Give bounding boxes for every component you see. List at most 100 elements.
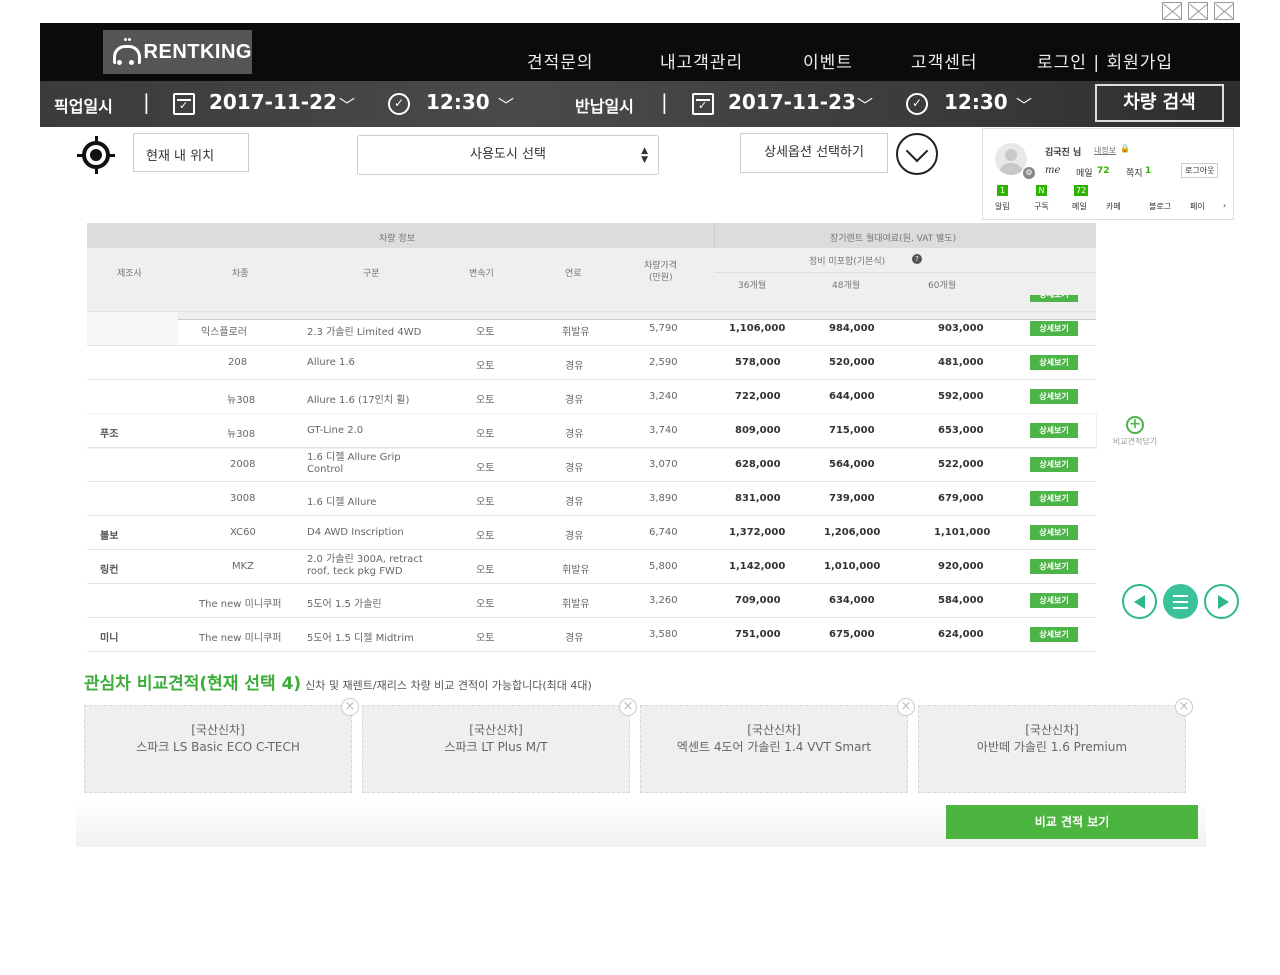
- help-icon[interactable]: ?: [912, 254, 922, 264]
- alarm-badge: 1: [997, 185, 1008, 196]
- return-time[interactable]: 12:30: [944, 90, 1008, 114]
- add-to-compare-label: 비교견적담기: [1112, 437, 1158, 446]
- window-icon-3[interactable]: [1214, 2, 1234, 20]
- gear-icon[interactable]: ⚙: [1023, 167, 1035, 179]
- close-icon[interactable]: ×: [341, 698, 359, 716]
- cell-36m: 1,106,000: [729, 323, 786, 334]
- detail-button[interactable]: 상세보기: [1030, 389, 1078, 404]
- compare-title: 관심차 비교견적(현재 선택 4) 신차 및 재렌트/재리스 차량 비교 견적이 …: [84, 669, 592, 694]
- location-target-icon[interactable]: [77, 136, 115, 174]
- compare-item[interactable]: [국산신차] 스파크 LS Basic ECO C-TECH: [84, 705, 352, 793]
- compare-title-text: 관심차 비교견적(현재 선택 4): [84, 674, 302, 694]
- col-price-unit: (만원): [649, 273, 673, 283]
- table-row: 볼보 XC60 D4 AWD Inscription 오토 경유 6,740 1…: [87, 516, 1096, 550]
- nav-login-signup[interactable]: 로그인 | 회원가입: [1037, 48, 1173, 73]
- cell-model: 뉴308: [227, 395, 256, 406]
- window-icon-1[interactable]: [1162, 2, 1182, 20]
- window-icon-2[interactable]: [1188, 2, 1208, 20]
- compare-quote-button[interactable]: 비교 견적 보기: [946, 805, 1198, 839]
- cell-60m: 920,000: [938, 561, 984, 572]
- calendar-icon: [173, 93, 195, 115]
- brand-logo[interactable]: RENTKING: [103, 30, 252, 74]
- cell-36m: 1,142,000: [729, 561, 786, 572]
- chevron-down-icon[interactable]: ﹀: [857, 92, 873, 116]
- chevron-down-icon[interactable]: ﹀: [498, 92, 514, 116]
- prev-arrow-icon[interactable]: [1122, 584, 1157, 619]
- detail-button[interactable]: 상세보기: [1030, 593, 1078, 608]
- detail-button[interactable]: 상세보기: [1030, 321, 1078, 336]
- cell-fuel: 경유: [565, 429, 584, 440]
- detail-button[interactable]: 상세보기: [1030, 295, 1078, 302]
- tab-alarm[interactable]: 알림: [995, 201, 1010, 212]
- calendar-icon: [692, 93, 714, 115]
- city-select[interactable]: 사용도시 선택 ▲ ▼: [357, 135, 659, 175]
- detail-button[interactable]: 상세보기: [1030, 559, 1078, 574]
- car-search-button[interactable]: 차량 검색: [1095, 84, 1224, 122]
- detail-button[interactable]: 상세보기: [1030, 457, 1078, 472]
- cell-36m: 628,000: [735, 459, 781, 470]
- pickup-date[interactable]: 2017-11-22: [209, 90, 337, 114]
- table-row: The new 미니쿠퍼 5도어 1.5 가솔린 오토 휘발유 3,260 70…: [87, 584, 1096, 618]
- next-arrow-icon[interactable]: [1204, 584, 1239, 619]
- chevron-down-icon[interactable]: ﹀: [1016, 92, 1032, 116]
- cell-price: 5,800: [649, 561, 678, 572]
- cell-model: The new 미니쿠퍼: [199, 633, 282, 644]
- top-nav-bar: RENTKING 견적문의 내고객관리 이벤트 고객센터 로그인 | 회원가입: [40, 23, 1240, 81]
- chevron-down-icon[interactable]: ﹀: [339, 92, 355, 116]
- tab-subscribe[interactable]: 구독: [1034, 201, 1049, 212]
- tab-mail[interactable]: 메일: [1072, 201, 1087, 212]
- cell-48m: 715,000: [829, 425, 875, 436]
- cell-trim: 2.3 가솔린 Limited 4WD: [307, 327, 422, 338]
- nav-support[interactable]: 고객센터: [911, 48, 978, 73]
- cell-60m: 592,000: [938, 391, 984, 402]
- nav-estimate[interactable]: 견적문의: [527, 48, 594, 73]
- pickup-time[interactable]: 12:30: [426, 90, 490, 114]
- table-row: 2008 1.6 디젤 Allure Grip Control 오토 경유 3,…: [87, 448, 1096, 482]
- detail-button[interactable]: 상세보기: [1030, 491, 1078, 506]
- expand-chevron-icon[interactable]: [896, 133, 938, 175]
- table-group-header: 차량 정보 장기렌트 월대여료(원, VAT 별도): [87, 223, 1096, 320]
- my-info-link[interactable]: 내정보: [1094, 145, 1116, 156]
- close-icon[interactable]: ×: [619, 698, 637, 716]
- cell-price: 6,740: [649, 527, 678, 538]
- add-to-compare-button[interactable]: + 비교견적담기: [1105, 416, 1165, 447]
- tab-pay[interactable]: 페이: [1190, 201, 1205, 212]
- detail-button[interactable]: 상세보기: [1030, 525, 1078, 540]
- col-60m: 60개월: [928, 281, 957, 291]
- compare-item-category: [국산신차]: [469, 723, 523, 737]
- detail-button[interactable]: 상세보기: [1030, 355, 1078, 370]
- close-icon[interactable]: ×: [1175, 698, 1193, 716]
- return-date[interactable]: 2017-11-23: [728, 90, 856, 114]
- me-label[interactable]: me: [1045, 165, 1060, 176]
- menu-icon[interactable]: [1163, 584, 1198, 619]
- cell-36m: 1,372,000: [729, 527, 786, 538]
- compare-item[interactable]: [국산신차] 아반떼 가솔린 1.6 Premium: [918, 705, 1186, 793]
- table-row: 208 Allure 1.6 오토 경유 2,590 578,000 520,0…: [87, 346, 1096, 380]
- tab-blog[interactable]: 블로그: [1149, 201, 1171, 212]
- close-icon[interactable]: ×: [897, 698, 915, 716]
- current-location-button[interactable]: 현재 내 위치: [133, 133, 249, 172]
- note-count: 1: [1145, 166, 1152, 176]
- detail-button[interactable]: 상세보기: [1030, 423, 1078, 438]
- nav-event[interactable]: 이벤트: [803, 48, 853, 73]
- select-arrows-icon: ▲ ▼: [641, 146, 648, 165]
- city-select-label: 사용도시 선택: [470, 147, 546, 162]
- logout-button[interactable]: 로그아웃: [1181, 163, 1219, 178]
- cell-fuel: 휘발유: [562, 565, 590, 576]
- mail-label[interactable]: 메일: [1076, 166, 1093, 179]
- separator: |: [661, 90, 668, 114]
- detail-option-button[interactable]: 상세옵션 선택하기: [740, 133, 888, 173]
- compare-item[interactable]: [국산신차] 엑센트 4도어 가솔린 1.4 VVT Smart: [640, 705, 908, 793]
- lock-icon: 🔒: [1120, 144, 1130, 153]
- cell-60m: 903,000: [938, 323, 984, 334]
- tab-cafe[interactable]: 카페: [1106, 201, 1121, 212]
- note-label[interactable]: 쪽지: [1126, 166, 1143, 179]
- cell-trans: 오토: [476, 327, 495, 338]
- price-group-header: 장기렌트 월대여료(원, VAT 별도): [830, 234, 957, 244]
- nav-customers[interactable]: 내고객관리: [660, 48, 743, 73]
- avatar[interactable]: [995, 143, 1027, 175]
- chevron-right-icon[interactable]: ›: [1223, 201, 1226, 210]
- cell-price: 2,590: [649, 357, 678, 368]
- compare-item[interactable]: [국산신차] 스파크 LT Plus M/T: [362, 705, 630, 793]
- detail-button[interactable]: 상세보기: [1030, 627, 1078, 642]
